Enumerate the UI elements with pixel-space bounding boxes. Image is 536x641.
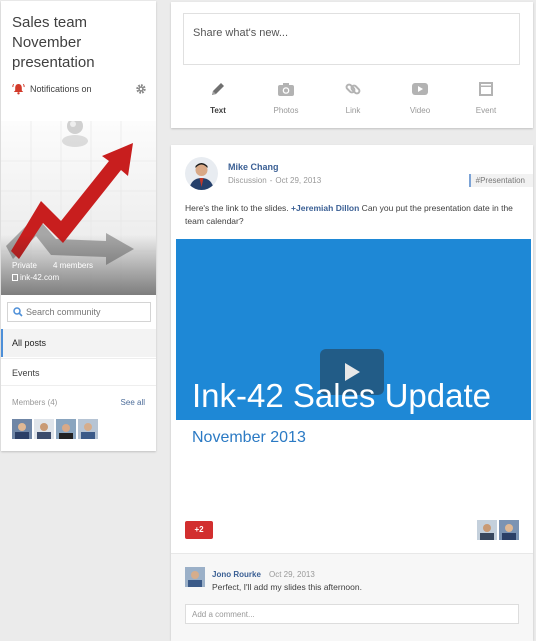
add-comment-input[interactable]: Add a comment... [185,604,519,624]
comment-time: Oct 29, 2013 [269,570,315,579]
share-option-label: Photos [273,106,299,115]
share-input[interactable]: Share what's new... [183,13,520,65]
gear-icon[interactable] [135,83,147,95]
camera-icon [278,83,294,96]
share-option-label: Link [345,106,361,115]
search-input[interactable] [26,305,146,319]
share-video-button[interactable]: Video [395,80,445,115]
post-text: Here's the link to the slides. +Jeremiah… [185,202,521,227]
avatar[interactable] [34,419,54,439]
community-title: Sales team November presentation [12,13,152,73]
community-card: Sales team November presentation Notific… [1,1,156,451]
avatar[interactable] [185,157,218,190]
post-card: Mike Chang Discussion - Oct 29, 2013 #Pres… [171,145,533,641]
avatar[interactable] [477,520,497,540]
notifications-toggle[interactable]: Notifications on [12,83,147,97]
slide-preview[interactable]: Ink-42 Sales Update November 2013 [176,239,531,465]
share-link-button[interactable]: Link [328,80,378,115]
nav-all-posts[interactable]: All posts [1,329,156,357]
community-title-line-3: presentation [12,54,95,71]
bell-icon [12,83,25,95]
notifications-label: Notifications on [30,84,92,94]
post-meta: Discussion - Oct 29, 2013 [228,176,321,185]
link-icon [345,83,361,95]
calendar-icon [479,82,493,96]
slide-title: Ink-42 Sales Update [192,377,492,414]
members-count: 4 members [53,261,94,270]
avatar[interactable] [78,419,98,439]
building-icon [12,274,18,281]
community-title-line-1: Sales team [12,14,88,31]
post-tag[interactable]: #Presentation [468,174,533,187]
mention-link[interactable]: +Jeremiah Dillon [291,203,359,213]
post-date[interactable]: Oct 29, 2013 [275,176,321,185]
slide-date: November 2013 [192,429,306,446]
nav-events[interactable]: Events [1,358,156,386]
post-author[interactable]: Mike Chang [228,162,279,172]
domain-text: ink-42.com [20,273,60,282]
plus-one-button[interactable]: +2 [185,521,213,539]
see-all-link[interactable]: See all [121,398,145,407]
comment-author[interactable]: Jono Rourke [212,570,261,579]
post-text-start: Here's the link to the slides. [185,203,292,213]
avatar[interactable] [499,520,519,540]
meta-separator: - [269,176,273,185]
avatar[interactable] [12,419,32,439]
share-option-label: Event [475,106,497,115]
community-title-line-2: November [12,34,82,51]
avatar[interactable] [185,567,205,587]
avatar[interactable] [56,419,76,439]
share-photos-button[interactable]: Photos [261,80,311,115]
share-box: Share what's new... Text Photos Link Vid… [171,2,533,128]
community-search[interactable] [7,302,151,322]
share-event-button[interactable]: Event [461,80,511,115]
share-text-button[interactable]: Text [193,80,243,115]
members-label: Members (4) [12,398,58,407]
video-icon [412,83,428,95]
pencil-icon [212,83,224,95]
community-cover-image: Private 4 members ink-42.com [1,121,156,295]
share-option-label: Video [409,106,431,115]
community-domain: ink-42.com [12,273,59,282]
comments-section: Jono Rourke Oct 29, 2013 Perfect, I'll a… [171,553,533,641]
search-icon [13,307,23,317]
privacy-label: Private [12,261,37,270]
comment-text: Perfect, I'll add my slides this afterno… [212,582,362,592]
post-category[interactable]: Discussion [228,176,267,185]
share-option-label: Text [210,106,226,115]
